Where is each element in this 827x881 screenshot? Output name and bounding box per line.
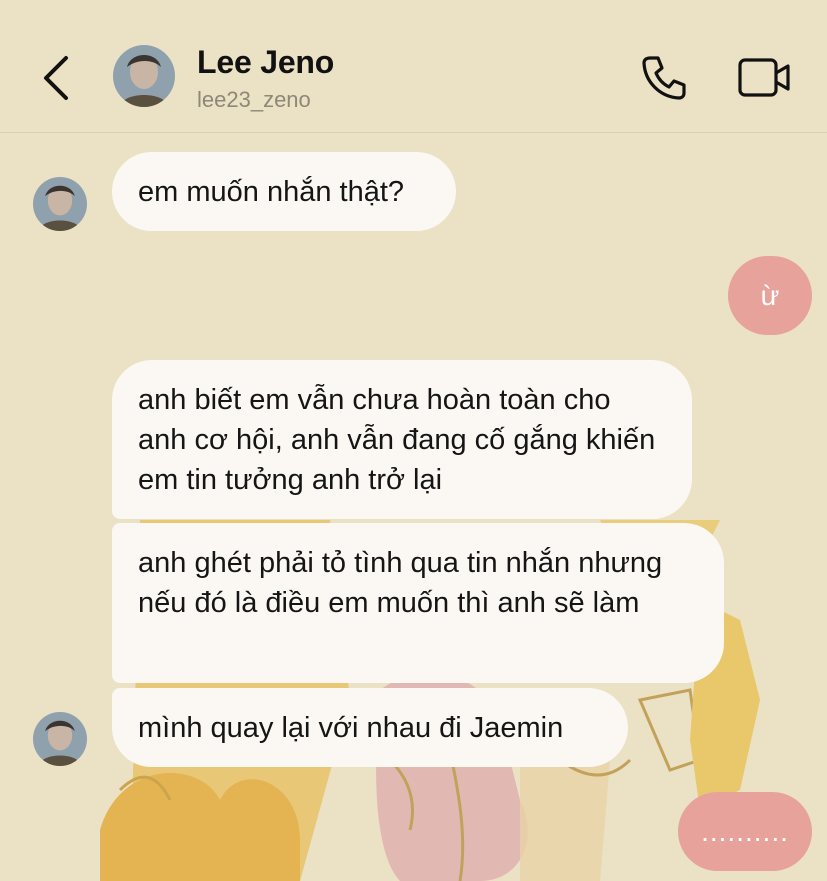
sent-message[interactable]: ..........	[678, 792, 812, 871]
back-chevron-icon[interactable]	[34, 50, 78, 106]
sender-avatar[interactable]	[33, 712, 87, 766]
avatar-image	[113, 45, 175, 107]
avatar-image	[33, 177, 87, 231]
received-message[interactable]: em muốn nhắn thật?	[112, 152, 456, 231]
phone-icon[interactable]	[636, 50, 692, 106]
sent-message[interactable]: ừ	[728, 256, 812, 335]
contact-name: Lee Jeno	[197, 44, 335, 80]
received-message[interactable]: mình quay lại với nhau đi Jaemin	[112, 688, 628, 767]
sender-avatar[interactable]	[33, 177, 87, 231]
received-message[interactable]: anh biết em vẫn chưa hoàn toàn cho anh c…	[112, 360, 692, 519]
contact-username: lee23_zeno	[197, 87, 311, 112]
received-message[interactable]: anh ghét phải tỏ tình qua tin nhắn nhưng…	[112, 523, 724, 683]
video-camera-icon[interactable]	[734, 52, 794, 104]
contact-avatar[interactable]	[113, 45, 175, 107]
avatar-image	[33, 712, 87, 766]
chat-header: Lee Jeno lee23_zeno	[0, 0, 827, 133]
